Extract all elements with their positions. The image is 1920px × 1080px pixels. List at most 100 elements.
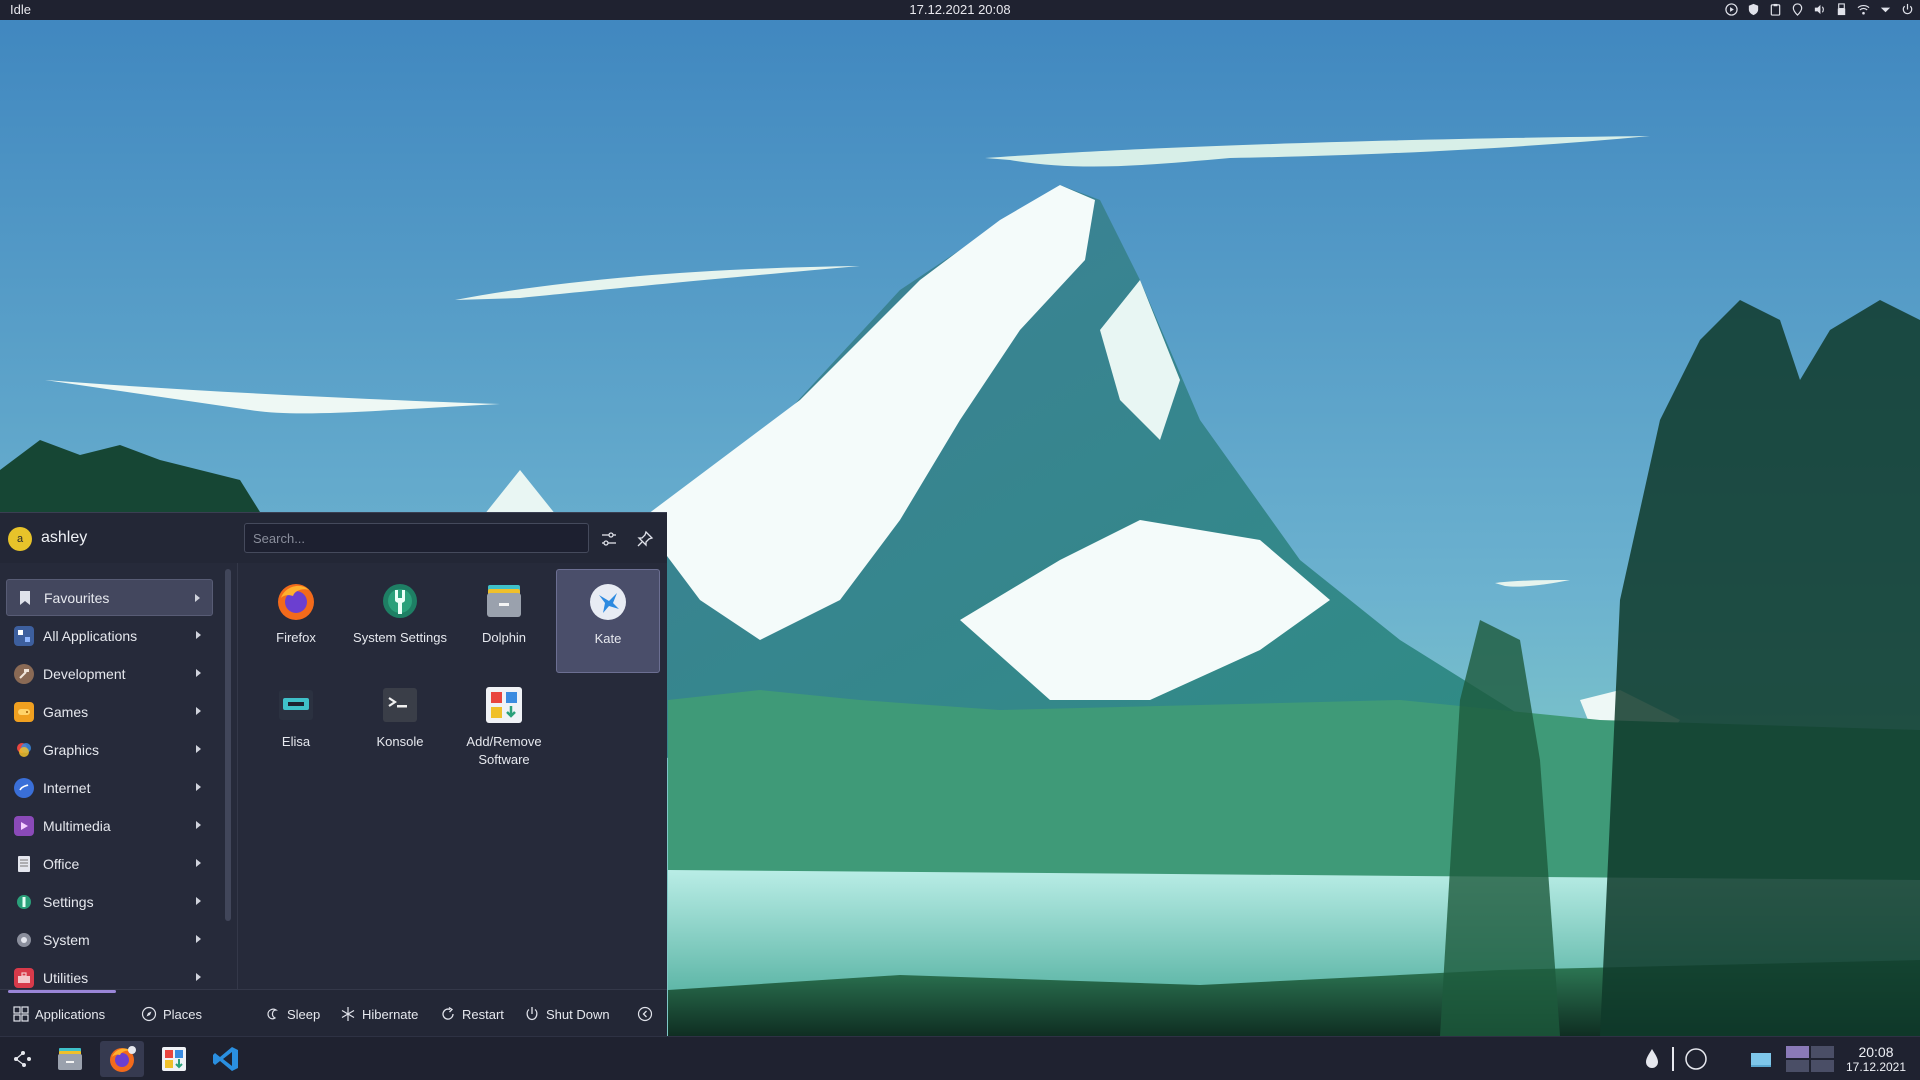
clipboard-icon[interactable]: [1768, 2, 1782, 16]
chevron-right-icon: [196, 707, 201, 715]
top-datetime[interactable]: 17.12.2021 20:08: [909, 2, 1010, 17]
chevron-right-icon: [196, 821, 201, 829]
favourites-grid: Firefox System Settings Dolphin Kate Eli…: [238, 569, 667, 989]
clock-time: 20:08: [1858, 1044, 1894, 1060]
desktop-4[interactable]: [1811, 1060, 1834, 1072]
chevron-right-icon: [195, 594, 200, 602]
system-tray: [1724, 2, 1914, 16]
media-play-icon[interactable]: [1724, 2, 1738, 16]
palette-icon: [14, 740, 34, 760]
globe-icon: [14, 777, 34, 798]
app-tile-dolphin[interactable]: Dolphin: [452, 569, 556, 673]
vscode-icon: [213, 1047, 238, 1071]
usb-icon[interactable]: [1834, 2, 1848, 16]
bookmark-icon: [15, 588, 35, 608]
compass-icon: [141, 1006, 157, 1022]
app-tile-konsole[interactable]: Konsole: [348, 673, 452, 777]
category-multimedia[interactable]: Multimedia: [6, 807, 213, 844]
category-scrollbar[interactable]: [225, 569, 231, 921]
separator: [1672, 1047, 1674, 1071]
volume-icon[interactable]: [1812, 2, 1826, 16]
location-icon[interactable]: [1790, 2, 1804, 16]
pin-button[interactable]: [634, 528, 656, 550]
tab-applications[interactable]: Applications: [13, 990, 105, 1038]
category-graphics[interactable]: Graphics: [6, 731, 213, 768]
taskbar-vscode[interactable]: [204, 1041, 248, 1077]
taskbar: 20:08 17.12.2021: [0, 1036, 1920, 1080]
discover-icon: [482, 683, 526, 727]
chevron-right-icon: [196, 935, 201, 943]
media-icon: [14, 815, 34, 836]
snowflake-icon: [341, 1007, 355, 1021]
desktop-3[interactable]: [1786, 1060, 1809, 1072]
restart-button[interactable]: Restart: [440, 990, 504, 1038]
konsole-icon: [378, 683, 422, 727]
chevron-right-icon: [196, 669, 201, 677]
app-tile-elisa[interactable]: Elisa: [244, 673, 348, 777]
taskbar-discover[interactable]: [152, 1041, 196, 1077]
chevron-right-icon: [196, 859, 201, 867]
dolphin-icon: [482, 579, 526, 623]
system-settings-icon: [378, 579, 422, 623]
category-office[interactable]: Office: [6, 845, 213, 882]
sliders-icon: [602, 532, 616, 546]
color-picker-icon[interactable]: [1642, 1047, 1662, 1076]
applications-grid-icon: [13, 1006, 29, 1022]
discover-icon: [162, 1047, 186, 1071]
more-actions-button[interactable]: [637, 990, 659, 1038]
category-all-applications[interactable]: All Applications: [6, 617, 213, 654]
wifi-icon[interactable]: [1856, 2, 1870, 16]
document-icon: [14, 854, 34, 874]
launcher-header: a ashley: [0, 513, 667, 563]
configure-button[interactable]: [598, 528, 620, 550]
search-input[interactable]: [244, 523, 589, 553]
dolphin-icon: [58, 1048, 82, 1070]
chevron-right-icon: [196, 631, 201, 639]
taskbar-dolphin[interactable]: [48, 1041, 92, 1077]
hammer-icon: [14, 663, 34, 684]
category-internet[interactable]: Internet: [6, 769, 213, 806]
tab-places[interactable]: Places: [141, 990, 202, 1038]
pin-icon: [637, 530, 654, 547]
avatar[interactable]: a: [8, 527, 32, 551]
category-development[interactable]: Development: [6, 655, 213, 692]
category-settings[interactable]: Settings: [6, 883, 213, 920]
shut-down-button[interactable]: Shut Down: [524, 990, 610, 1038]
desktop-1[interactable]: [1786, 1046, 1809, 1058]
shield-icon[interactable]: [1746, 2, 1760, 16]
chevron-right-icon: [196, 783, 201, 791]
firefox-icon: [110, 1046, 136, 1072]
app-tile-system-settings[interactable]: System Settings: [348, 569, 452, 673]
app-launcher-button[interactable]: [0, 1041, 44, 1077]
expand-arrow-icon[interactable]: [1878, 2, 1892, 16]
virtual-desktop-pager[interactable]: [1786, 1046, 1834, 1072]
toolbox-icon: [14, 967, 34, 988]
desktop-2[interactable]: [1811, 1046, 1834, 1058]
power-icon[interactable]: [1900, 2, 1914, 16]
top-panel: Idle 17.12.2021 20:08: [0, 0, 1920, 20]
taskbar-firefox[interactable]: [100, 1041, 144, 1077]
restart-icon: [442, 1006, 454, 1020]
settings-icon: [14, 892, 34, 912]
digital-clock[interactable]: 20:08 17.12.2021: [1836, 1044, 1916, 1074]
app-tile-firefox[interactable]: Firefox: [244, 569, 348, 673]
category-favourites[interactable]: Favourites: [6, 579, 213, 616]
username: ashley: [41, 529, 88, 546]
chevron-left-circle-icon: [637, 1006, 653, 1022]
category-system[interactable]: System: [6, 921, 213, 958]
kate-icon: [586, 580, 630, 624]
show-desktop-icon[interactable]: [1750, 1051, 1772, 1074]
sleep-button[interactable]: Sleep: [265, 990, 320, 1038]
application-launcher: a ashley Favourites All Applications Dev…: [0, 512, 667, 1038]
chevron-right-icon: [196, 897, 201, 905]
clock-date: 17.12.2021: [1845, 1060, 1907, 1074]
app-launcher-icon: [14, 1051, 31, 1067]
hibernate-button[interactable]: Hibernate: [340, 990, 418, 1038]
category-list: Favourites All Applications Development …: [0, 569, 225, 989]
gamepad-icon: [14, 701, 34, 722]
app-tile-add-remove-software[interactable]: Add/Remove Software: [452, 673, 556, 777]
night-mode-icon[interactable]: [1684, 1047, 1708, 1076]
app-tile-kate[interactable]: Kate: [556, 569, 660, 673]
idle-status: Idle: [10, 2, 31, 17]
category-games[interactable]: Games: [6, 693, 213, 730]
